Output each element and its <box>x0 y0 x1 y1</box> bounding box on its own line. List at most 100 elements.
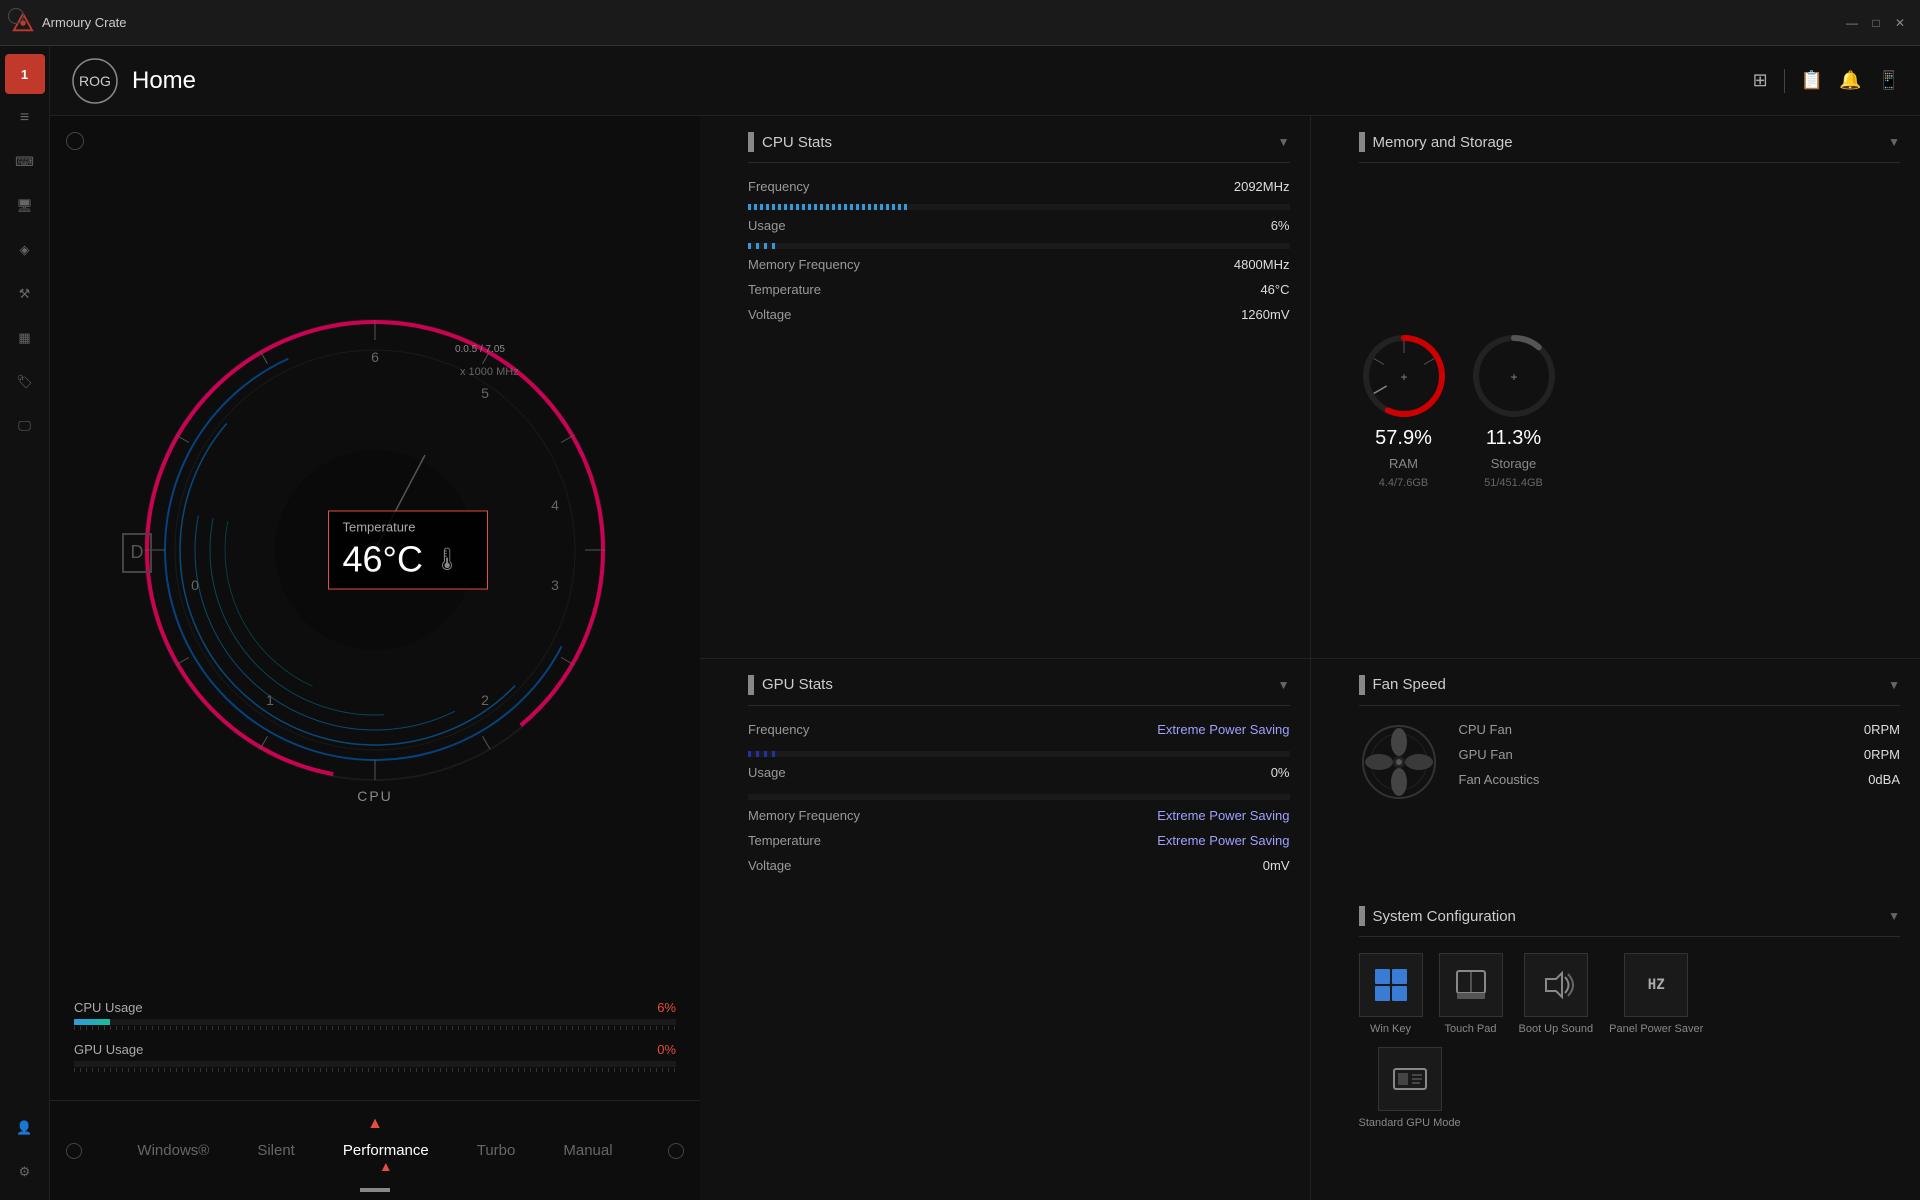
config-boot-sound[interactable]: Boot Up Sound <box>1519 953 1594 1035</box>
mem-storage-arrow: ▼ <box>1888 135 1900 149</box>
config-panel-power[interactable]: HZ Panel Power Saver <box>1609 953 1703 1035</box>
gpu-voltage-value: 0mV <box>1263 858 1290 873</box>
close-button[interactable]: ✕ <box>1892 15 1908 31</box>
storage-detail: 51/451.4GB <box>1484 477 1543 489</box>
perf-circle-left <box>66 1143 82 1159</box>
mem-corner-accent <box>1359 132 1365 152</box>
sidebar-item-menu[interactable]: ≡ <box>5 98 45 138</box>
perf-indicator-arrow: ▲ <box>367 1115 383 1133</box>
gauge-circle-indicator <box>66 132 84 150</box>
config-gpu-mode[interactable]: Standard GPU Mode <box>1359 1047 1461 1129</box>
tab-silent[interactable]: Silent <box>233 1132 319 1169</box>
sidebar-item-display[interactable]: 🖵 <box>5 406 45 446</box>
layout-icon: ▦ <box>18 330 30 346</box>
grid-view-icon[interactable]: ⊞ <box>1753 70 1768 91</box>
sidebar-item-settings[interactable]: ⚙ <box>5 1152 45 1192</box>
tab-turbo[interactable]: Turbo <box>453 1132 540 1169</box>
perf-circle-right <box>668 1143 684 1159</box>
gpu-stats-header: GPU Stats ▼ <box>748 675 1290 706</box>
header-icons: ⊞ 📋 🔔 📱 <box>1753 69 1900 93</box>
sys-config-corner <box>1359 906 1365 926</box>
touch-pad-label: Touch Pad <box>1445 1023 1497 1035</box>
cpu-fan-row: CPU Fan 0RPM <box>1459 722 1901 737</box>
mobile-icon[interactable]: 📱 <box>1878 70 1900 91</box>
sys-config-arrow: ▼ <box>1888 909 1900 923</box>
sidebar-item-tag[interactable]: 🏷 <box>5 362 45 402</box>
scene-icon: ◈ <box>20 242 30 258</box>
config-touch-pad[interactable]: Touch Pad <box>1439 953 1503 1035</box>
sidebar-item-layout[interactable]: ▦ <box>5 318 45 358</box>
gpu-temp-value: Extreme Power Saving <box>1157 833 1289 848</box>
display-icon: 🖵 <box>18 418 31 434</box>
cpu-stats-card: CPU Stats ▼ Frequency 2092MHz Usag <box>700 116 1310 658</box>
boot-sound-icon-box <box>1524 953 1588 1017</box>
sidebar-item-scene[interactable]: ◈ <box>5 230 45 270</box>
cpu-memfreq-label: Memory Frequency <box>748 257 860 272</box>
sidebar-item-macros[interactable]: ⚒ <box>5 274 45 314</box>
header-logo: ROG Home <box>70 56 196 106</box>
home-icon: 1 <box>21 67 28 82</box>
gpu-memfreq-label: Memory Frequency <box>748 808 860 823</box>
svg-text:+: + <box>1510 370 1517 384</box>
fan-speed-title: Fan Speed <box>1373 676 1446 693</box>
d-indicator: D <box>122 533 152 573</box>
tab-windows[interactable]: Windows® <box>113 1132 233 1169</box>
tab-performance[interactable]: Performance <box>319 1132 453 1169</box>
svg-text:0: 0 <box>191 577 199 593</box>
svg-text:5: 5 <box>481 385 489 401</box>
notification-icon[interactable]: 🔔 <box>1839 70 1861 91</box>
right-panel: CPU Stats ▼ Frequency 2092MHz Usag <box>700 116 1920 1200</box>
cpu-fan-value: 0RPM <box>1864 722 1900 737</box>
titlebar-title: Armoury Crate <box>42 15 127 30</box>
gpu-usage-value: 0% <box>657 1042 676 1057</box>
ram-gauge-circle: + <box>1359 331 1449 421</box>
hz-text: HZ <box>1648 977 1665 993</box>
gpu-memfreq-row: Memory Frequency Extreme Power Saving <box>748 808 1290 823</box>
config-win-key[interactable]: Win Key <box>1359 953 1423 1035</box>
cpu-usage-fill <box>74 1019 110 1025</box>
fan-content: CPU Fan 0RPM GPU Fan 0RPM Fan Acoustics <box>1359 722 1901 874</box>
gpu-title-line: GPU Stats <box>748 675 833 695</box>
cpu-memfreq-value: 4800MHz <box>1234 257 1290 272</box>
sys-config-title: System Configuration <box>1373 908 1516 925</box>
monitor-icon[interactable]: 📋 <box>1801 70 1823 91</box>
keyboard-icon: ⌨ <box>15 154 34 170</box>
cpu-freq-bar <box>748 204 1290 210</box>
cpu-stats-arrow: ▼ <box>1278 135 1290 149</box>
config-icons-row2: Standard GPU Mode <box>1359 1047 1901 1129</box>
svg-text:3: 3 <box>551 577 559 593</box>
sidebar-item-devices[interactable]: 🖥 <box>5 186 45 226</box>
devices-icon: 🖥 <box>16 198 33 214</box>
fan-circle-area <box>1359 722 1439 802</box>
gpu-freq-row: Frequency Extreme Power Saving <box>748 722 1290 737</box>
svg-text:+: + <box>1400 370 1407 384</box>
cpu-usage-stat-value: 6% <box>1271 218 1290 233</box>
ram-percent: 57.9% <box>1375 427 1432 450</box>
minimize-button[interactable]: — <box>1844 15 1860 31</box>
scroll-indicator <box>360 1188 390 1192</box>
gpu-usage-stat-value: 0% <box>1271 765 1290 780</box>
maximize-button[interactable]: □ <box>1868 15 1884 31</box>
config-icons-container: Win Key <box>1359 953 1901 1035</box>
sidebar-item-home[interactable]: 1 <box>5 54 45 94</box>
gpu-usage-label: GPU Usage <box>74 1042 143 1057</box>
gpu-fan-value: 0RPM <box>1864 747 1900 762</box>
perf-tabs: ▲ Windows® Silent Performance Turbo Manu… <box>50 1100 700 1200</box>
macros-icon: ⚒ <box>19 286 31 302</box>
cpu-voltage-label: Voltage <box>748 307 791 322</box>
menu-icon: ≡ <box>20 109 29 127</box>
gpu-voltage-label: Voltage <box>748 858 791 873</box>
sidebar-item-user[interactable]: 👤 <box>5 1108 45 1148</box>
sidebar-item-keyboard[interactable]: ⌨ <box>5 142 45 182</box>
tab-manual[interactable]: Manual <box>539 1132 636 1169</box>
ram-gauge-svg: + <box>1359 331 1449 421</box>
app-body: 1 ≡ ⌨ 🖥 ◈ ⚒ ▦ 🏷 🖵 👤 ⚙ <box>0 46 1920 1200</box>
fan-acoustics-value: 0dBA <box>1868 772 1900 787</box>
cpu-freq-bar-fill <box>748 204 910 210</box>
gpu-usage-bar <box>74 1061 676 1067</box>
fan-speed-header: Fan Speed ▼ <box>1359 675 1901 706</box>
cpu-usage-stat-label: Usage <box>748 218 786 233</box>
page-title: Home <box>132 67 196 95</box>
gpu-usage-row: GPU Usage 0% <box>74 1042 676 1072</box>
temp-value: 46°C <box>343 539 423 581</box>
